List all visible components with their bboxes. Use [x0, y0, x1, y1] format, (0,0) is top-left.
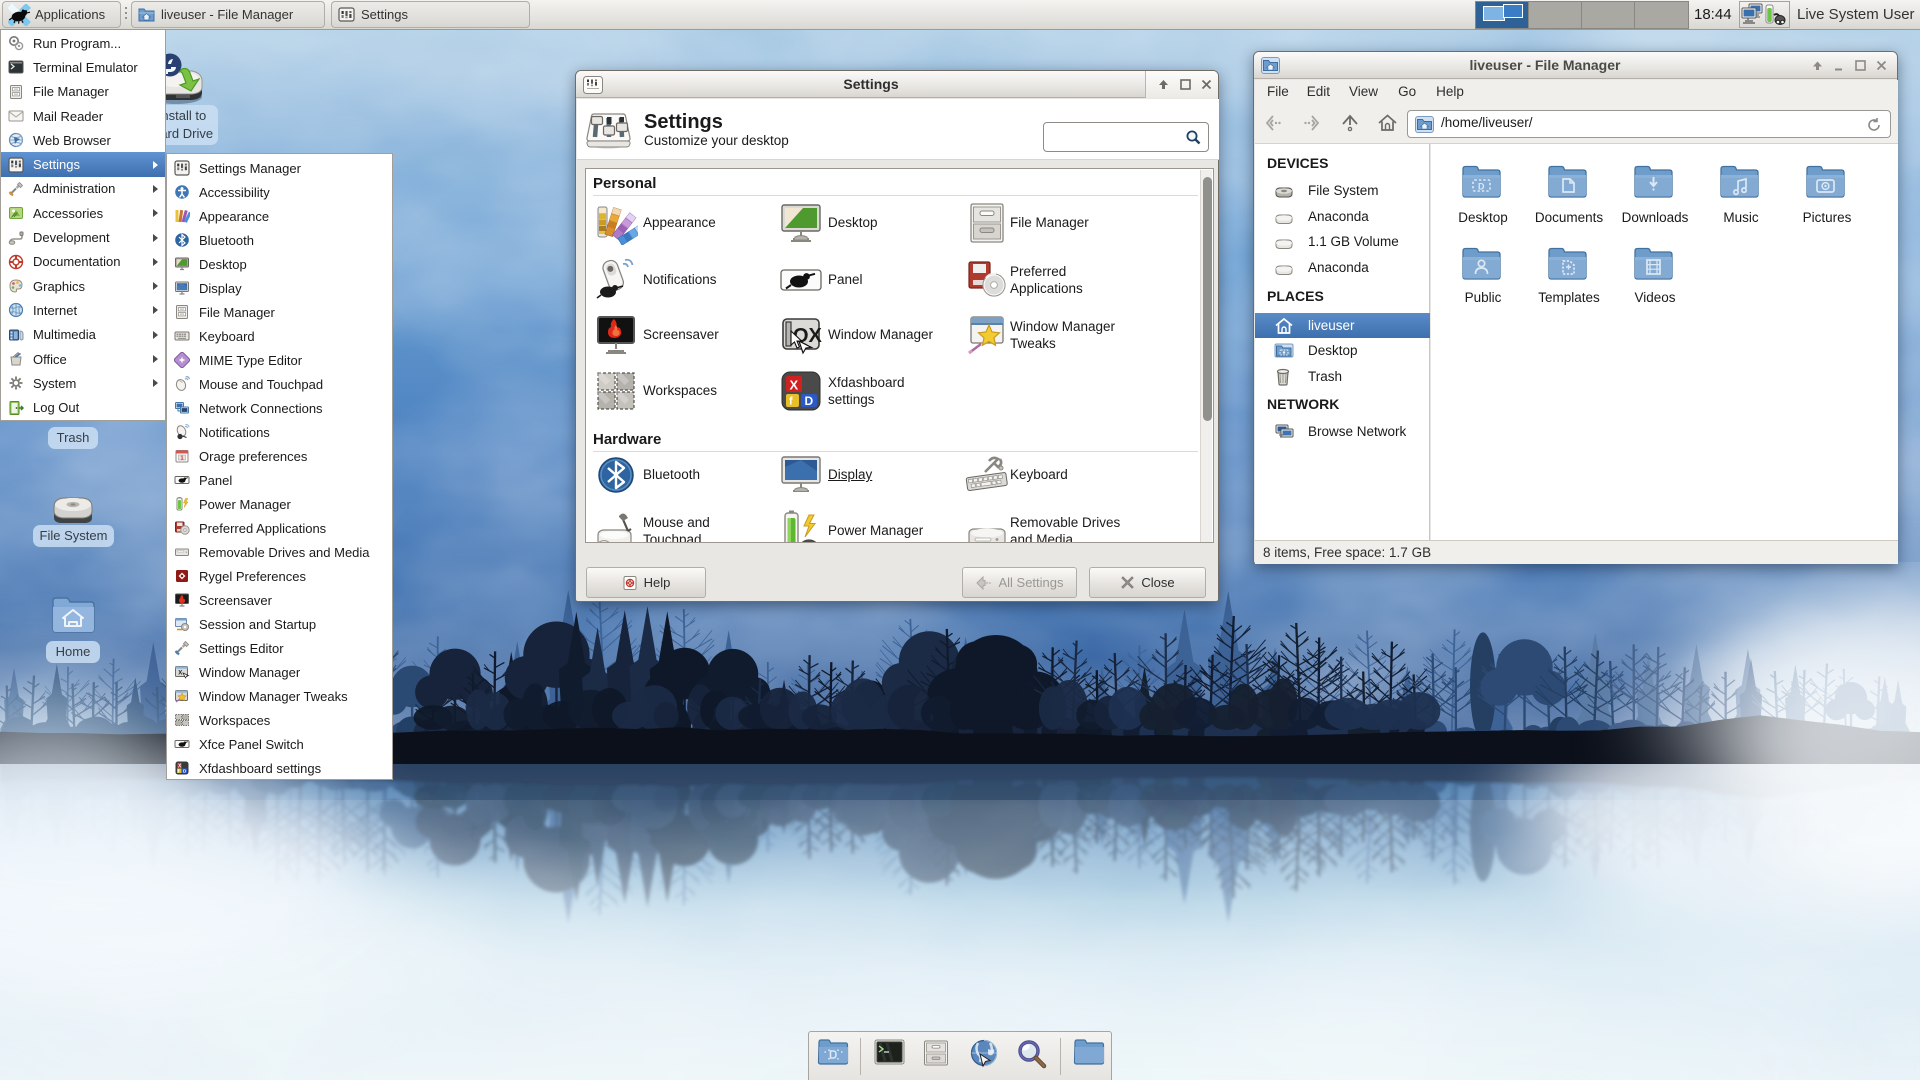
svg-text:D: D [805, 394, 814, 408]
svg-text:X: X [178, 671, 182, 677]
svg-text:X: X [790, 378, 799, 393]
svg-text:D: D [1478, 182, 1485, 192]
svg-text:f: f [789, 396, 793, 408]
svg-text:1: 1 [180, 456, 183, 462]
